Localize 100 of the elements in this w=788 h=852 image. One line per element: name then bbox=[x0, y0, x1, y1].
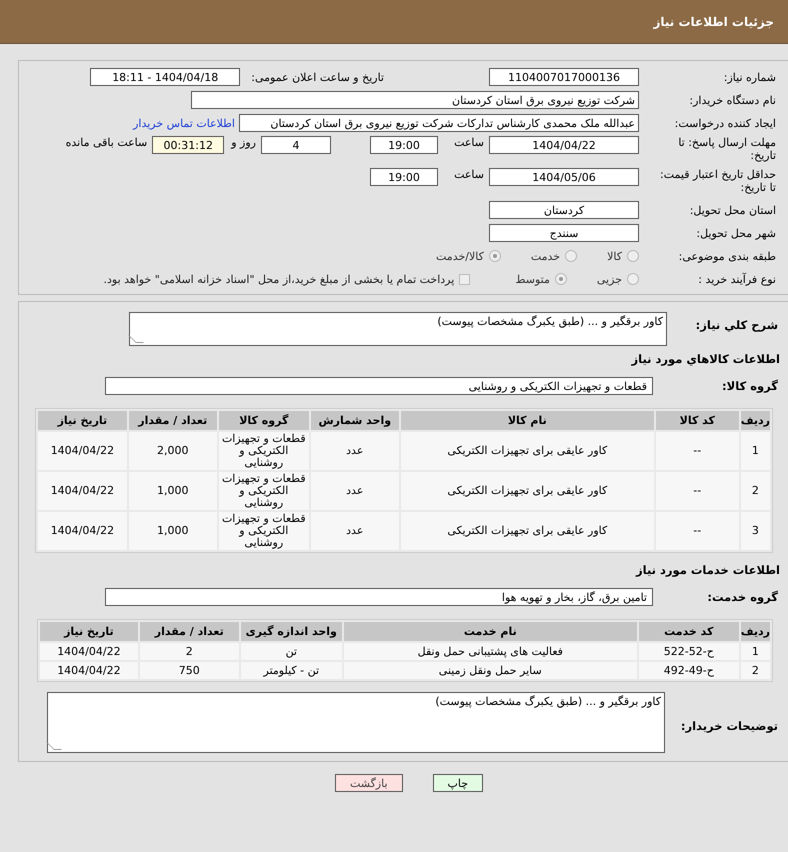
table-cell: -- bbox=[656, 472, 739, 510]
description-field[interactable]: کاور برقگیر و ... (طبق یکبرگ مشخصات پیوست) bbox=[129, 312, 667, 346]
column-header: تعداد / مقدار bbox=[140, 622, 239, 641]
table-cell: قطعات و تجهیزات الکتریکی و روشنایی bbox=[218, 432, 309, 470]
text-field[interactable]: عبدالله ملک محمدی کارشناس تدارکات شرکت توزیع نیروی برق استان کردستان bbox=[239, 114, 639, 132]
table-cell: 1 bbox=[740, 643, 770, 660]
table-cell: 1 bbox=[740, 432, 770, 470]
countdown-field[interactable]: 00:31:12 bbox=[152, 136, 224, 154]
table-cell: 1404/04/22 bbox=[40, 643, 138, 660]
table-cell: قطعات و تجهیزات الکتریکی و روشنایی bbox=[218, 512, 309, 550]
column-header: کد خدمت bbox=[638, 622, 739, 641]
column-header: واحد اندازه گیری bbox=[240, 622, 342, 641]
table-cell: 2,000 bbox=[128, 432, 217, 470]
table-cell: 3 bbox=[740, 512, 770, 550]
table-cell: -- bbox=[656, 432, 739, 470]
field-label: شهر محل تحویل: bbox=[695, 226, 777, 240]
text-field[interactable]: 1104007017000136 bbox=[489, 68, 639, 86]
back-button[interactable]: بازگشت bbox=[334, 774, 403, 792]
description-text: کاور برقگیر و ... (طبق یکبرگ مشخصات پیوست) bbox=[437, 315, 663, 328]
field-label: گروه کالا: bbox=[721, 379, 779, 393]
text-field[interactable]: 4 bbox=[261, 136, 331, 154]
table-cell: کاور عایقی برای تجهیزات الکتریکی bbox=[400, 432, 654, 470]
field-label: نوع فرآیند خرید : bbox=[697, 272, 777, 286]
table-cell: 2 bbox=[140, 643, 239, 660]
table-cell: قطعات و تجهیزات الکتریکی و روشنایی bbox=[218, 472, 309, 510]
notes-field[interactable]: کاور برقگیر و ... (طبق یکبرگ مشخصات پیوست) bbox=[47, 692, 665, 753]
column-header: نام کالا bbox=[400, 411, 654, 430]
column-header: نام خدمت bbox=[344, 622, 637, 641]
table-cell: سایر حمل ونقل زمینی bbox=[344, 662, 637, 679]
payment-note: پرداخت تمام یا بخشی از مبلغ خرید،از محل "اسناد خزانه اسلامی" خواهد بود. bbox=[102, 272, 456, 286]
column-header: کد کالا bbox=[656, 411, 739, 430]
table-cell: کاور عایقی برای تجهیزات الکتریکی bbox=[400, 512, 654, 550]
text-field[interactable]: 1404/04/22 bbox=[489, 136, 639, 154]
field-label: گروه خدمت: bbox=[706, 590, 779, 604]
text-field[interactable]: سنندج bbox=[489, 224, 639, 242]
field-label: شرح کلي نياز: bbox=[694, 317, 779, 332]
group-field[interactable]: تامین برق، گاز، بخار و تهویه هوا bbox=[105, 588, 653, 606]
text-field[interactable]: کردستان bbox=[489, 201, 639, 219]
field-label: نام دستگاه خریدار: bbox=[688, 94, 777, 106]
table-cell: -- bbox=[656, 512, 739, 550]
column-header: تعداد / مقدار bbox=[128, 411, 217, 430]
table-cell: 1404/04/22 bbox=[38, 512, 127, 550]
text-field[interactable]: 1404/04/18 - 18:11 bbox=[90, 68, 240, 86]
table-cell: عدد bbox=[310, 512, 399, 550]
notes-text: کاور برقگیر و ... (طبق یکبرگ مشخصات پیوست) bbox=[435, 695, 661, 708]
table-cell: 1404/04/22 bbox=[40, 662, 138, 679]
field-label: طبقه بندی موضوعی: bbox=[678, 250, 777, 262]
table-cell: ح-52-522 bbox=[638, 643, 739, 660]
field-label: توضیحات خریدار: bbox=[680, 718, 779, 732]
option-label: کالا bbox=[606, 250, 623, 262]
group-field[interactable]: قطعات و تجهیزات الکتریکی و روشنایی bbox=[105, 377, 653, 395]
table-cell: فعالیت های پشتیبانی حمل ونقل bbox=[344, 643, 637, 660]
table-cell: 2 bbox=[740, 662, 770, 679]
field-label: ساعت باقی مانده bbox=[64, 136, 148, 149]
radio-button[interactable] bbox=[488, 250, 501, 262]
table-cell: عدد bbox=[310, 472, 399, 510]
field-label: شماره نیاز: bbox=[722, 70, 777, 84]
field-label: تاریخ و ساعت اعلان عمومی: bbox=[250, 70, 385, 84]
table-cell: تن bbox=[240, 643, 342, 660]
option-label: جزیی bbox=[596, 272, 623, 286]
table-cell: تن - کیلومتر bbox=[240, 662, 342, 679]
field-label: ساعت bbox=[453, 136, 485, 149]
radio-button[interactable] bbox=[554, 273, 567, 285]
option-label: متوسط bbox=[514, 272, 551, 286]
table-cell: ح-49-492 bbox=[638, 662, 739, 679]
field-label: ساعت bbox=[453, 168, 485, 181]
column-header: واحد شمارش bbox=[310, 411, 399, 430]
page-title: جزئیات اطلاعات نیاز bbox=[653, 14, 774, 28]
resize-grip-icon bbox=[128, 335, 144, 343]
table-cell: 1,000 bbox=[128, 512, 217, 550]
column-header: ردیف bbox=[740, 411, 770, 430]
section-title: اطلاعات خدمات مورد نیاز bbox=[634, 563, 781, 577]
option-label: کالا/خدمت bbox=[435, 250, 485, 262]
radio-button[interactable] bbox=[627, 250, 639, 262]
radio-button[interactable] bbox=[565, 250, 578, 262]
field-label: استان محل تحویل: bbox=[688, 204, 777, 216]
checkbox[interactable] bbox=[459, 274, 470, 284]
resize-grip-icon bbox=[46, 742, 62, 750]
field-label: مهلت ارسال پاسخ: تا تاریخ: bbox=[677, 136, 777, 162]
column-header: تاریخ نیاز bbox=[40, 622, 138, 641]
column-header: ردیف bbox=[740, 622, 770, 641]
text-field[interactable]: 19:00 bbox=[370, 168, 438, 186]
print-button[interactable]: چاپ bbox=[432, 774, 484, 792]
table-cell: 1,000 bbox=[128, 472, 217, 510]
field-label: حداقل تاریخ اعتبار قیمت: تا تاریخ: bbox=[659, 168, 777, 194]
contact-link[interactable]: اطلاعات تماس خریدار bbox=[133, 116, 239, 130]
table-cell: 1404/04/22 bbox=[38, 432, 127, 470]
text-field[interactable]: شرکت توزیع نیروی برق استان کردستان bbox=[191, 91, 639, 109]
column-header: تاریخ نیاز bbox=[38, 411, 127, 430]
column-header: گروه کالا bbox=[218, 411, 309, 430]
text-field[interactable]: 19:00 bbox=[370, 136, 438, 154]
table-cell: عدد bbox=[310, 432, 399, 470]
field-label: ایجاد کننده درخواست: bbox=[674, 116, 777, 130]
table-cell: 2 bbox=[740, 472, 770, 510]
field-label: روز و bbox=[230, 136, 257, 149]
text-field[interactable]: 1404/05/06 bbox=[489, 168, 639, 186]
table-cell: 1404/04/22 bbox=[38, 472, 127, 510]
radio-button[interactable] bbox=[627, 273, 639, 285]
section-title: اطلاعات کالاهاي مورد نياز bbox=[630, 352, 781, 366]
option-label: خدمت bbox=[530, 250, 562, 262]
